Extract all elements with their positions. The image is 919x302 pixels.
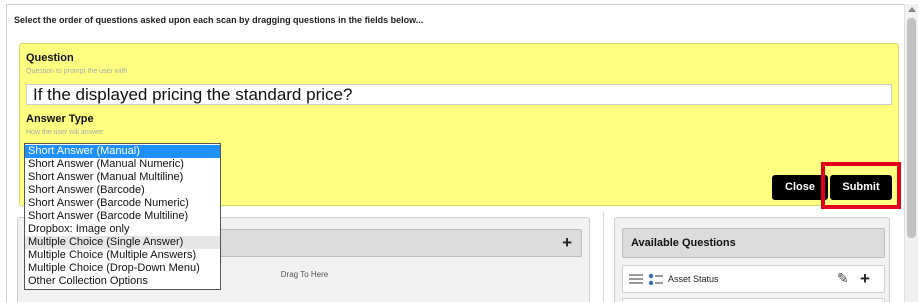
dropdown-option[interactable]: Other Collection Options: [25, 275, 220, 288]
list-icon: [648, 273, 663, 286]
submit-highlight-box: [821, 162, 901, 209]
list-item-label: Asset Status: [668, 274, 719, 284]
available-questions-title: Available Questions: [631, 237, 736, 249]
dropdown-option[interactable]: Short Answer (Barcode Multiline): [25, 210, 220, 223]
dropdown-option[interactable]: Short Answer (Manual): [25, 145, 220, 158]
list-item[interactable]: [622, 298, 885, 302]
drag-handle-icon[interactable]: [629, 274, 643, 285]
page-scrollbar[interactable]: [904, 4, 918, 302]
answer-type-label: Answer Type: [26, 113, 94, 125]
dropdown-option[interactable]: Short Answer (Manual Multiline): [25, 171, 220, 184]
dropdown-option[interactable]: Multiple Choice (Multiple Answers): [25, 249, 220, 262]
answer-type-dropdown[interactable]: Short Answer (Manual) Short Answer (Manu…: [24, 143, 221, 290]
dropdown-option[interactable]: Short Answer (Barcode): [25, 184, 220, 197]
add-icon[interactable]: +: [860, 270, 870, 287]
question-input[interactable]: If the displayed pricing the standard pr…: [26, 84, 892, 105]
scroll-up-icon[interactable]: [908, 7, 916, 12]
dropdown-option[interactable]: Multiple Choice (Drop-Down Menu): [25, 262, 220, 275]
list-item[interactable]: Asset Status ✎ +: [622, 265, 885, 293]
question-help: Question to prompt the user with: [26, 68, 128, 75]
available-questions-panel: Available Questions Asset Status ✎ +: [614, 217, 890, 302]
dropdown-option[interactable]: Multiple Choice (Single Answer): [25, 236, 220, 249]
add-icon[interactable]: +: [562, 234, 572, 251]
dropdown-option[interactable]: Dropbox: Image only: [25, 223, 220, 236]
instructions-text: Select the order of questions asked upon…: [14, 15, 424, 25]
available-questions-header: Available Questions: [622, 228, 885, 258]
close-button[interactable]: Close: [772, 175, 828, 200]
dropdown-option[interactable]: Short Answer (Barcode Numeric): [25, 197, 220, 210]
panel-divider: [603, 212, 604, 302]
pencil-icon[interactable]: ✎: [837, 270, 849, 287]
question-label: Question: [26, 52, 74, 64]
answer-type-help: How the user will answer: [26, 129, 104, 136]
scroll-thumb[interactable]: [907, 18, 916, 238]
dropdown-option[interactable]: Short Answer (Manual Numeric): [25, 158, 220, 171]
